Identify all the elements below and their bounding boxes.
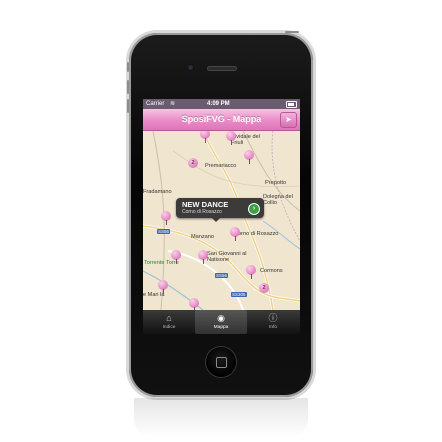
map-pin[interactable] (226, 131, 236, 145)
map-pin[interactable] (244, 150, 254, 164)
disclosure-button[interactable]: › (248, 203, 260, 215)
map-pin[interactable] (200, 131, 210, 143)
tab-bar: ⌂ Indice ◉ Mappa ⓘ Info (143, 310, 300, 334)
carrier-label: Carrier (146, 101, 165, 107)
house-icon: ⌂ (166, 313, 172, 323)
map-cluster[interactable]: 2 (259, 283, 269, 293)
map-pin[interactable] (246, 265, 256, 279)
globe-icon: ◉ (217, 313, 225, 323)
place-label: Dolegna del Collio (263, 194, 293, 206)
tab-info[interactable]: ⓘ Info (247, 310, 299, 334)
app-screen: Carrier ≋ 4:09 PM SposiFVG - Mappa ➤ Civ… (143, 99, 300, 334)
place-label: San Giovanni al Natisone (207, 251, 247, 263)
road-shield: SS56 (157, 229, 171, 234)
map-pin[interactable] (158, 280, 168, 294)
map-pin[interactable] (198, 250, 208, 264)
place-label: orno di Rosazzo (238, 231, 279, 237)
map-cluster[interactable]: 2 (188, 158, 198, 168)
tab-label: Info (268, 325, 277, 330)
place-label: Prepotto (265, 180, 287, 186)
front-camera-icon (187, 64, 194, 71)
map-view[interactable]: Cividale del Friuli Premariacco Prepotto… (143, 131, 300, 310)
sleep-button (285, 31, 299, 33)
road-shield: SS56 (215, 273, 229, 278)
page-title: SposiFVG - Mappa (181, 114, 262, 124)
home-button[interactable] (206, 347, 236, 377)
wifi-icon: ≋ (170, 101, 176, 107)
map-pin[interactable] (161, 211, 171, 225)
volume-up-button (127, 80, 129, 94)
phone-reflection (134, 398, 308, 438)
map-pin[interactable] (171, 250, 181, 264)
earpiece (207, 66, 237, 71)
place-label: Manzano (191, 234, 215, 240)
mute-switch (127, 62, 129, 72)
tab-indice[interactable]: ⌂ Indice (143, 310, 195, 334)
callout-title: NEW DANCE (182, 200, 229, 209)
home-square-icon (216, 357, 227, 368)
status-bar: Carrier ≋ 4:09 PM (143, 99, 300, 109)
location-arrow-button[interactable]: ➤ (280, 112, 297, 128)
info-icon: ⓘ (268, 313, 278, 323)
road-shield: SS305 (231, 292, 247, 297)
tab-label: Mappa (213, 325, 229, 330)
tab-label: Indice (162, 325, 176, 330)
location-arrow-icon: ➤ (285, 115, 292, 124)
callout-subtitle: Corno di Rosazzo (182, 209, 222, 215)
place-label: Fradamano (143, 189, 172, 195)
nav-bar: SposiFVG - Mappa ➤ (143, 109, 300, 131)
map-callout[interactable]: NEW DANCE Corno di Rosazzo › (176, 198, 264, 222)
map-pin[interactable] (230, 227, 240, 241)
clock-time: 4:09 PM (207, 101, 230, 107)
tab-mappa[interactable]: ◉ Mappa (195, 310, 247, 334)
volume-down-button (127, 99, 129, 113)
place-label: Cormons (260, 268, 283, 274)
chevron-right-icon: › (252, 205, 256, 212)
battery-icon (286, 101, 297, 108)
place-label: Premariacco (205, 163, 237, 169)
map-pin[interactable] (189, 298, 199, 310)
